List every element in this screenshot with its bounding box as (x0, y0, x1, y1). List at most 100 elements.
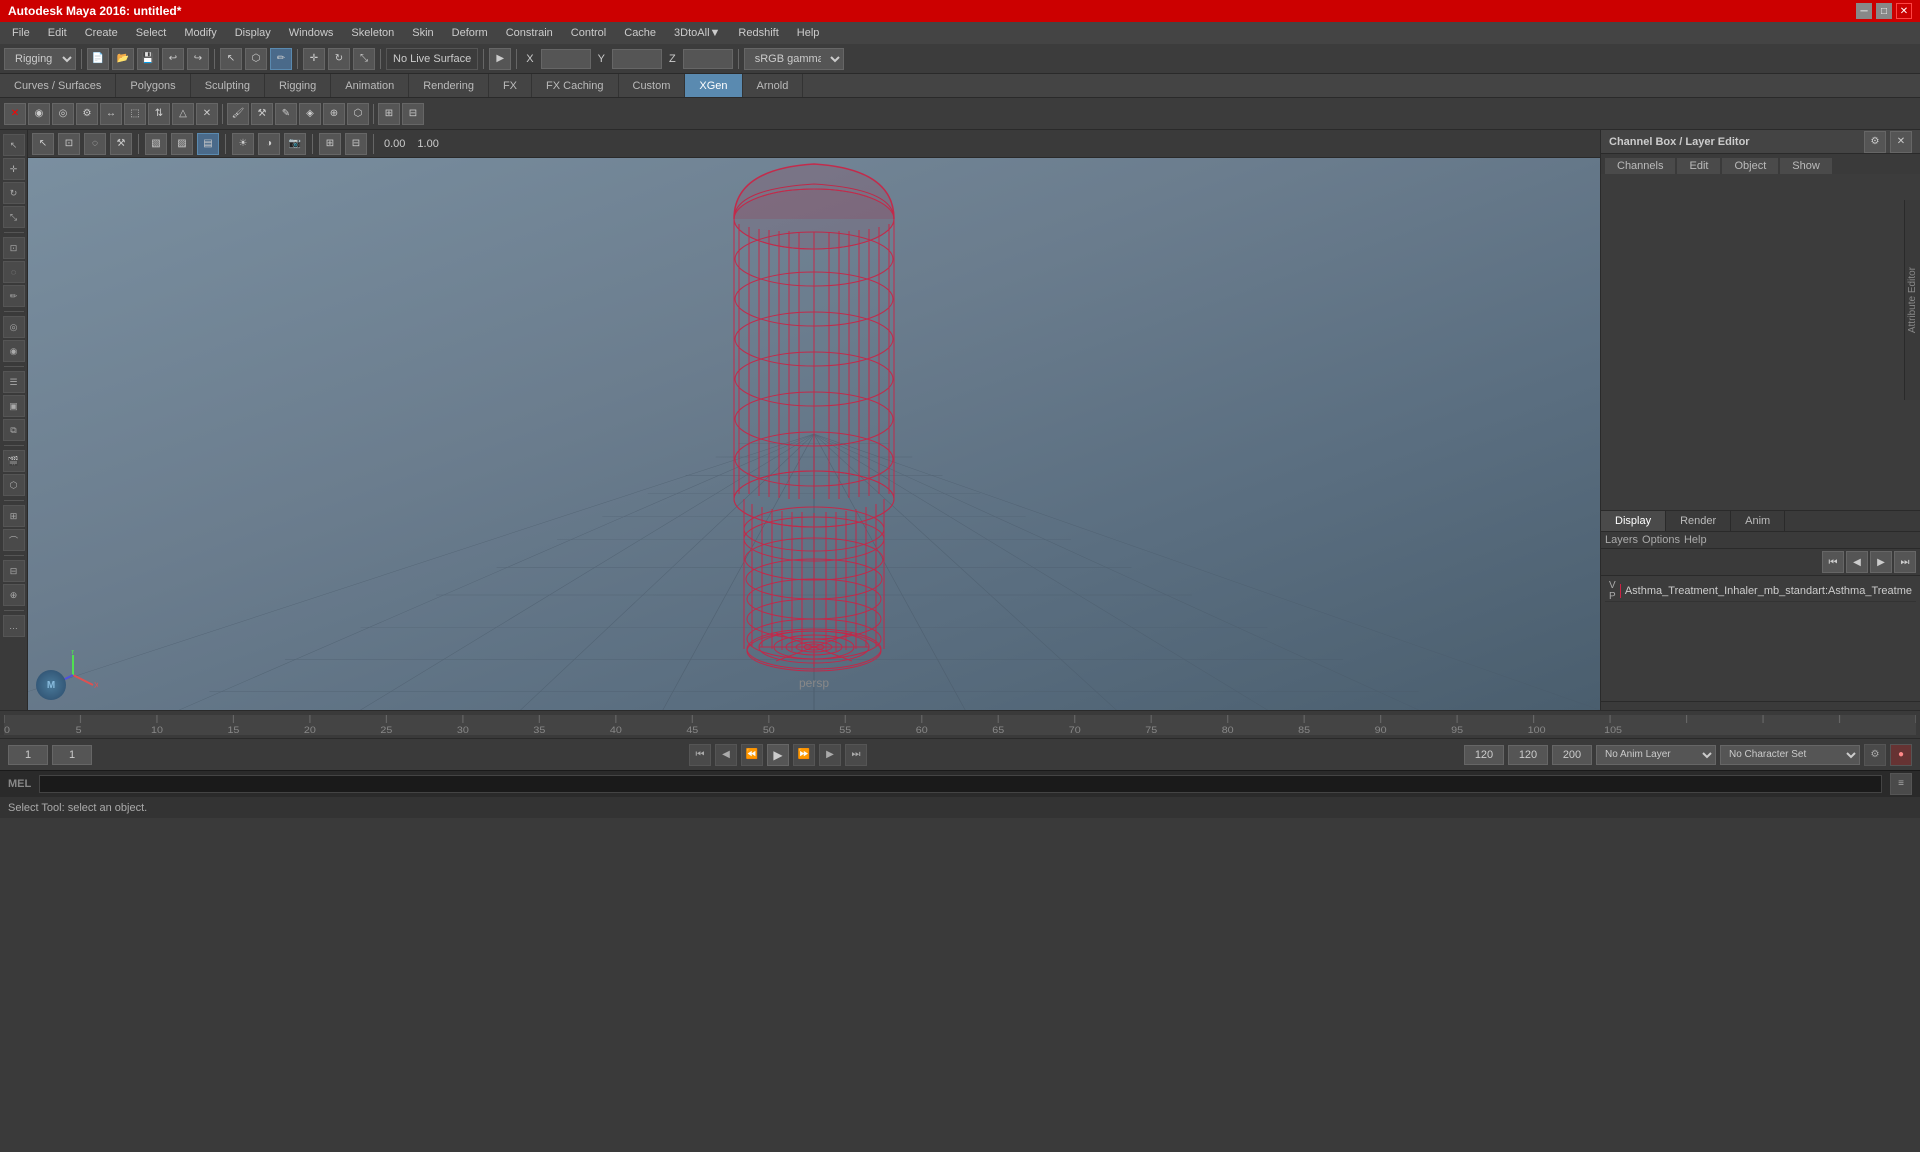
cmd-result-btn[interactable]: ≡ (1890, 773, 1912, 795)
move-tool[interactable]: ✛ (303, 48, 325, 70)
vp-res1[interactable]: ⊟ (345, 133, 367, 155)
layer-btn[interactable]: ⧉ (3, 419, 25, 441)
xgen-btn9[interactable]: ✕ (196, 103, 218, 125)
xgen-btn2[interactable]: ◉ (28, 103, 50, 125)
vp-icon4[interactable]: ⚒ (110, 133, 132, 155)
go-end-button[interactable]: ⏭ (845, 744, 867, 766)
next-key-button[interactable]: ⏩ (793, 744, 815, 766)
layers-help[interactable]: Help (1684, 534, 1707, 546)
xgen-paint3[interactable]: ✎ (275, 103, 297, 125)
xgen-btn6[interactable]: ⬚ (124, 103, 146, 125)
menu-select[interactable]: Select (128, 25, 175, 41)
prev-key-button[interactable]: ⏪ (741, 744, 763, 766)
vp-light1[interactable]: ☀ (232, 133, 254, 155)
ch-tab-show[interactable]: Show (1780, 158, 1832, 174)
tab-fx-caching[interactable]: FX Caching (532, 74, 618, 97)
prev-frame-button[interactable]: ◀ (715, 744, 737, 766)
menu-help[interactable]: Help (789, 25, 828, 41)
xgen-paint4[interactable]: ◈ (299, 103, 321, 125)
tab-custom[interactable]: Custom (619, 74, 686, 97)
tab-animation[interactable]: Animation (331, 74, 409, 97)
tab-rendering[interactable]: Rendering (409, 74, 489, 97)
y-input[interactable] (612, 49, 662, 69)
channel-box-close[interactable]: ✕ (1890, 131, 1912, 153)
layer-nav3[interactable]: ▶ (1870, 551, 1892, 573)
hyper-btn[interactable]: ⬡ (3, 474, 25, 496)
xgen-val2[interactable]: ⊟ (402, 103, 424, 125)
lasso-btn[interactable]: ◌ (3, 261, 25, 283)
more-btn[interactable]: … (3, 615, 25, 637)
tab-arnold[interactable]: Arnold (743, 74, 804, 97)
redo-button[interactable]: ↪ (187, 48, 209, 70)
menu-display[interactable]: Display (227, 25, 279, 41)
menu-create[interactable]: Create (77, 25, 126, 41)
menu-skeleton[interactable]: Skeleton (343, 25, 402, 41)
viewport[interactable]: X Y Z M persp (28, 158, 1600, 710)
menu-redshift[interactable]: Redshift (730, 25, 786, 41)
mode-dropdown[interactable]: Rigging (4, 48, 76, 70)
ch-tab-object[interactable]: Object (1722, 158, 1778, 174)
vp-shading3[interactable]: ▤ (197, 133, 219, 155)
rotate-btn[interactable]: ↻ (3, 182, 25, 204)
rotate-tool[interactable]: ↻ (328, 48, 350, 70)
layer-nav2[interactable]: ◀ (1846, 551, 1868, 573)
vp-grid-btn[interactable]: ⊞ (319, 133, 341, 155)
end-frame-input[interactable] (1464, 745, 1504, 765)
curve-btn[interactable]: ⌒ (3, 529, 25, 551)
layer-nav1[interactable]: ⏮ (1822, 551, 1844, 573)
tab-xgen[interactable]: XGen (685, 74, 742, 97)
character-set-settings[interactable]: ⚙ (1864, 744, 1886, 766)
colorspace-dropdown[interactable]: sRGB gamma (744, 48, 844, 70)
tab-fx[interactable]: FX (489, 74, 532, 97)
ch-lower-render[interactable]: Render (1666, 511, 1731, 531)
render-button[interactable]: ▶ (489, 48, 511, 70)
extra1-btn[interactable]: ⊟ (3, 560, 25, 582)
current-frame-input[interactable] (52, 745, 92, 765)
z-input[interactable] (683, 49, 733, 69)
timeline-ruler[interactable]: 0 5 10 15 20 25 30 35 40 45 50 55 60 65 … (4, 715, 1916, 735)
ch-lower-anim[interactable]: Anim (1731, 511, 1785, 531)
menu-constrain[interactable]: Constrain (498, 25, 561, 41)
xgen-paint6[interactable]: ⬡ (347, 103, 369, 125)
vp-icon1[interactable]: ↖ (32, 133, 54, 155)
command-input[interactable] (39, 775, 1882, 793)
soft-sel-btn[interactable]: ◎ (3, 316, 25, 338)
restore-button[interactable]: □ (1876, 3, 1892, 19)
character-set-dropdown[interactable]: No Character Set (1720, 745, 1860, 765)
anim-layer-dropdown[interactable]: No Anim Layer (1596, 745, 1716, 765)
xgen-paint2[interactable]: ⚒ (251, 103, 273, 125)
layers-options[interactable]: Options (1642, 534, 1680, 546)
tab-polygons[interactable]: Polygons (116, 74, 190, 97)
select-btn[interactable]: ↖ (3, 134, 25, 156)
vp-icon3[interactable]: ◌ (84, 133, 106, 155)
menu-cache[interactable]: Cache (616, 25, 664, 41)
ch-lower-display[interactable]: Display (1601, 511, 1666, 531)
xgen-btn1[interactable]: ✕ (4, 103, 26, 125)
save-scene-button[interactable]: 💾 (137, 48, 159, 70)
select-tool[interactable]: ↖ (220, 48, 242, 70)
menu-skin[interactable]: Skin (404, 25, 441, 41)
tab-sculpting[interactable]: Sculpting (191, 74, 265, 97)
soft2-btn[interactable]: ◉ (3, 340, 25, 362)
layer-row-default[interactable]: V P Asthma_Treatment_Inhaler_mb_standart… (1605, 580, 1916, 602)
display-btn[interactable]: ▣ (3, 395, 25, 417)
tab-curves-surfaces[interactable]: Curves / Surfaces (0, 74, 116, 97)
group-btn[interactable]: ⊞ (3, 505, 25, 527)
menu-modify[interactable]: Modify (176, 25, 224, 41)
menu-control[interactable]: Control (563, 25, 614, 41)
start-frame-input[interactable] (8, 745, 48, 765)
tab-rigging[interactable]: Rigging (265, 74, 331, 97)
xgen-val1[interactable]: ⊞ (378, 103, 400, 125)
scale-tool[interactable]: ⤡ (353, 48, 375, 70)
new-scene-button[interactable]: 📄 (87, 48, 109, 70)
vp-camera[interactable]: 📷 (284, 133, 306, 155)
menu-edit[interactable]: Edit (40, 25, 75, 41)
ch-tab-channels[interactable]: Channels (1605, 158, 1675, 174)
next-frame-button[interactable]: ▶ (819, 744, 841, 766)
render-view-btn[interactable]: 🎬 (3, 450, 25, 472)
go-start-button[interactable]: ⏮ (689, 744, 711, 766)
snap-btn[interactable]: ⊡ (3, 237, 25, 259)
paint-btn[interactable]: ✏ (3, 285, 25, 307)
xgen-paint1[interactable]: 🖌 (227, 103, 249, 125)
paint-tool[interactable]: ✏ (270, 48, 292, 70)
